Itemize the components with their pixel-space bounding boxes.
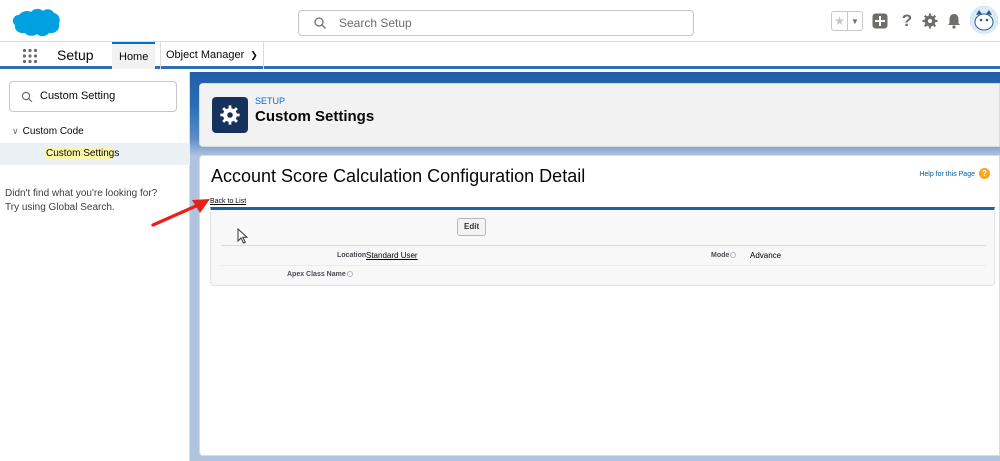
quick-find-value: Custom Setting <box>40 90 116 102</box>
field-label-mode-text: Mode <box>711 252 730 259</box>
mouse-cursor-icon <box>237 228 249 244</box>
breadcrumb[interactable]: SETUP <box>255 96 285 106</box>
favorites-dropdown-icon[interactable]: ▼ <box>848 12 862 30</box>
tree-item-custom-settings[interactable]: Custom Settings <box>0 143 190 165</box>
annotation-arrow-icon <box>151 199 210 227</box>
global-search-help-text: Didn't find what you're looking for? Try… <box>5 187 157 215</box>
field-label-apex-text: Apex Class Name <box>287 271 346 278</box>
salesforce-logo[interactable] <box>11 6 61 38</box>
chevron-down-icon[interactable]: ❯ <box>250 42 258 69</box>
setup-gear-icon[interactable] <box>921 12 939 30</box>
setup-sidebar: Custom Setting ∨ Custom Code Custom Setti… <box>0 72 190 461</box>
help-icon[interactable]: ? <box>898 11 916 30</box>
app-name: Setup <box>57 47 94 63</box>
search-highlight: Custom Setting <box>46 148 115 159</box>
info-icon[interactable] <box>730 252 737 259</box>
star-icon[interactable]: ★ <box>832 12 848 30</box>
tab-object-manager[interactable]: Object Manager ❯ <box>160 42 264 69</box>
field-value-location[interactable]: Standard User <box>366 251 418 260</box>
field-label-location: Location <box>337 252 367 259</box>
chevron-down-icon[interactable]: ∨ <box>12 126 19 137</box>
gear-icon <box>212 97 248 133</box>
field-label-apex-class-name: Apex Class Name <box>287 271 353 278</box>
info-icon[interactable] <box>346 271 353 278</box>
search-icon <box>314 17 326 29</box>
tree-item-label: Custom Code <box>22 126 84 137</box>
help-for-page-link[interactable]: Help for this Page <box>919 171 975 178</box>
app-launcher-icon[interactable] <box>22 48 38 64</box>
tree-item-custom-code[interactable]: ∨ Custom Code <box>12 126 84 137</box>
notifications-bell-icon[interactable] <box>945 12 963 30</box>
field-value-mode: Advance <box>750 251 782 260</box>
field-label-mode: Mode <box>711 252 737 259</box>
global-actions-plus-icon[interactable] <box>871 12 889 30</box>
tab-object-manager-label: Object Manager <box>166 49 245 61</box>
detail-row: Location Standard User Mode Advance <box>221 245 986 265</box>
global-header: Search Setup ★ ▼ ? <box>0 0 1000 42</box>
help-line: Didn't find what you're looking for? <box>5 188 158 199</box>
edit-button[interactable]: Edit <box>457 218 487 236</box>
detail-row: Apex Class Name <box>221 265 986 285</box>
help-line: Try using Global Search. <box>5 202 115 213</box>
search-icon <box>21 91 33 103</box>
tab-home[interactable]: Home <box>112 42 156 69</box>
tree-item-label-suffix: s <box>114 148 120 159</box>
page-header: SETUP Custom Settings <box>199 83 1000 147</box>
detail-title: Account Score Calculation Configuration … <box>211 166 586 186</box>
search-placeholder: Search Setup <box>339 16 412 30</box>
page-title: Custom Settings <box>255 108 375 125</box>
context-bar: Setup Home Object Manager ❯ <box>0 42 1000 69</box>
favorites-group[interactable]: ★ ▼ <box>831 11 863 31</box>
user-avatar[interactable] <box>970 6 998 34</box>
back-to-list-link[interactable]: Back to List <box>210 198 246 205</box>
detail-section: Edit Location Standard User Mode Advance… <box>210 207 995 286</box>
tree-item-label: Custom Settings <box>46 148 119 159</box>
detail-card: Account Score Calculation Configuration … <box>199 155 1000 456</box>
global-search-input[interactable]: Search Setup <box>298 10 694 36</box>
help-question-icon[interactable]: ? <box>979 168 990 179</box>
quick-find-input[interactable]: Custom Setting <box>9 81 177 112</box>
